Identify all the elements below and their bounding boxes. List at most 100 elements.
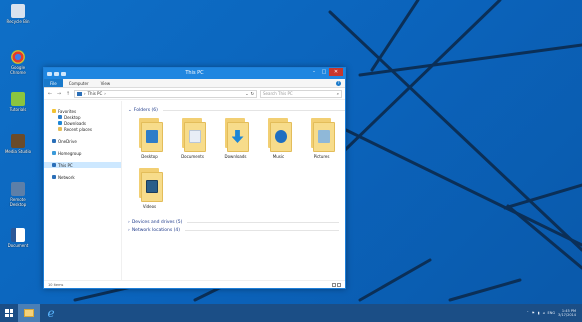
desktop-icon-recycle-bin[interactable]: Recycle Bin bbox=[3, 4, 33, 24]
computer-icon bbox=[52, 163, 56, 167]
clock-date: 3/17/2014 bbox=[558, 313, 576, 317]
folder-videos[interactable]: Videos bbox=[128, 168, 171, 218]
nav-group-network: Network bbox=[44, 174, 121, 180]
divider bbox=[185, 229, 339, 231]
file-explorer-icon bbox=[24, 309, 34, 317]
search-icon: ⌕ bbox=[336, 91, 339, 96]
recycle-bin-icon bbox=[11, 4, 25, 18]
folder-icon bbox=[137, 118, 163, 152]
close-button[interactable]: ✕ bbox=[329, 68, 343, 76]
folder-tiles: Desktop Documents Downloads Music Pictur… bbox=[128, 118, 343, 218]
help-icon[interactable]: ? bbox=[336, 81, 341, 86]
nav-item-onedrive[interactable]: OneDrive bbox=[44, 138, 121, 144]
network-locations-group-header[interactable]: › Network locations (4) bbox=[128, 226, 345, 234]
chevron-right-icon: › bbox=[128, 227, 130, 233]
folder-icon bbox=[223, 118, 249, 152]
start-button[interactable] bbox=[0, 304, 18, 322]
folder-icon bbox=[137, 168, 163, 202]
desktop-icon-remote-desktop[interactable]: Remote Desktop bbox=[3, 182, 33, 207]
downloads-icon bbox=[58, 121, 62, 125]
remote-desktop-icon bbox=[11, 182, 25, 196]
ribbon-tabs: File Computer View ? bbox=[44, 79, 345, 88]
recent-places-icon bbox=[58, 127, 62, 131]
large-icons-view-icon[interactable] bbox=[337, 283, 341, 287]
address-row: ← → ↑ › This PC › ⌄ ↻ Search This PC ⌕ bbox=[44, 88, 345, 100]
tab-view[interactable]: View bbox=[95, 79, 117, 87]
minimize-button[interactable]: – bbox=[309, 68, 319, 76]
nav-item-this-pc[interactable]: This PC bbox=[44, 162, 121, 168]
volume-icon[interactable]: ◂ bbox=[543, 311, 545, 315]
nav-group-homegroup: Homegroup bbox=[44, 150, 121, 156]
file-explorer-window: This PC – □ ✕ File Computer View ? ← → ↑… bbox=[43, 67, 346, 289]
taskbar: e ˄ ⚑ ▮ ◂ ENG 1:45 PM 3/17/2014 bbox=[0, 304, 582, 322]
maximize-button[interactable]: □ bbox=[319, 68, 329, 76]
folder-icon bbox=[309, 118, 335, 152]
folder-icon bbox=[180, 118, 206, 152]
status-bar: 10 items bbox=[44, 280, 345, 288]
taskbar-internet-explorer[interactable]: e bbox=[40, 304, 62, 322]
navigation-pane: Favorites Desktop Downloads Recent place… bbox=[44, 101, 122, 280]
item-count: 10 items bbox=[48, 283, 64, 287]
taskbar-file-explorer[interactable] bbox=[18, 304, 40, 322]
address-path: This PC bbox=[87, 91, 103, 96]
explorer-body: Favorites Desktop Downloads Recent place… bbox=[44, 101, 345, 280]
chevron-right-icon: › bbox=[128, 219, 130, 225]
folder-icon bbox=[266, 118, 292, 152]
folder-desktop[interactable]: Desktop bbox=[128, 118, 171, 168]
folder-pictures[interactable]: Pictures bbox=[300, 118, 343, 168]
chevron-down-icon: ⌄ bbox=[128, 108, 132, 113]
computer-icon bbox=[77, 91, 82, 96]
up-arrow-icon[interactable]: ↑ bbox=[65, 91, 71, 97]
internet-explorer-icon: e bbox=[47, 306, 55, 320]
desktop-icon-media-studio[interactable]: Media Studio bbox=[3, 134, 33, 154]
chevron-up-icon[interactable]: ˄ bbox=[527, 311, 529, 315]
nav-group-onedrive: OneDrive bbox=[44, 138, 121, 144]
desktop-icon bbox=[58, 115, 62, 119]
nav-group-favorites: Favorites Desktop Downloads Recent place… bbox=[44, 108, 121, 132]
folder-documents[interactable]: Documents bbox=[171, 118, 214, 168]
chevron-down-icon[interactable]: ⌄ bbox=[245, 91, 248, 96]
tab-file[interactable]: File bbox=[44, 79, 63, 87]
clock[interactable]: 1:45 PM 3/17/2014 bbox=[558, 309, 576, 318]
window-controls: – □ ✕ bbox=[309, 68, 343, 76]
divider bbox=[187, 221, 339, 223]
folders-group-header[interactable]: ⌄ Folders (6) bbox=[128, 107, 345, 114]
title-bar[interactable]: This PC – □ ✕ bbox=[44, 68, 345, 79]
windows-logo-icon bbox=[5, 309, 13, 317]
forward-arrow-icon[interactable]: → bbox=[56, 91, 62, 97]
address-separator: › bbox=[84, 91, 86, 96]
chrome-icon bbox=[11, 50, 25, 64]
desktop-icon-document[interactable]: Document bbox=[3, 228, 33, 248]
folder-downloads[interactable]: Downloads bbox=[214, 118, 257, 168]
details-view-icon[interactable] bbox=[332, 283, 336, 287]
tab-computer[interactable]: Computer bbox=[63, 79, 95, 87]
system-tray: ˄ ⚑ ▮ ◂ ENG 1:45 PM 3/17/2014 bbox=[527, 304, 576, 322]
homegroup-icon bbox=[52, 151, 56, 155]
folder-music[interactable]: Music bbox=[257, 118, 300, 168]
language-indicator[interactable]: ENG bbox=[548, 311, 556, 315]
network-icon bbox=[52, 175, 56, 179]
refresh-icon[interactable]: ↻ bbox=[251, 91, 254, 96]
network-tray-icon[interactable]: ▮ bbox=[538, 311, 540, 315]
cloud-icon bbox=[52, 139, 56, 143]
nav-group-this-pc: This PC bbox=[44, 162, 121, 168]
desktop-icon-chrome[interactable]: Google Chrome bbox=[3, 50, 33, 75]
nav-item-homegroup[interactable]: Homegroup bbox=[44, 150, 121, 156]
back-arrow-icon[interactable]: ← bbox=[47, 91, 53, 97]
desktop-icon-tutorials[interactable]: Tutorials bbox=[3, 92, 33, 112]
search-input[interactable]: Search This PC ⌕ bbox=[260, 89, 342, 98]
address-separator-end: › bbox=[104, 91, 106, 96]
nav-item-network[interactable]: Network bbox=[44, 174, 121, 180]
content-pane: ⌄ Folders (6) Desktop Documents Download… bbox=[122, 101, 345, 280]
word-document-icon bbox=[11, 228, 25, 242]
address-bar[interactable]: › This PC › ⌄ ↻ bbox=[74, 89, 257, 98]
flag-icon[interactable]: ⚑ bbox=[532, 311, 535, 315]
search-placeholder: Search This PC bbox=[263, 91, 293, 96]
divider bbox=[162, 110, 345, 111]
window-title: This PC bbox=[185, 70, 204, 76]
view-switcher bbox=[332, 283, 341, 287]
media-icon bbox=[11, 134, 25, 148]
app-icon bbox=[11, 92, 25, 106]
devices-group-header[interactable]: › Devices and drives (5) bbox=[128, 218, 345, 226]
nav-item-recent-places[interactable]: Recent places bbox=[44, 126, 121, 132]
